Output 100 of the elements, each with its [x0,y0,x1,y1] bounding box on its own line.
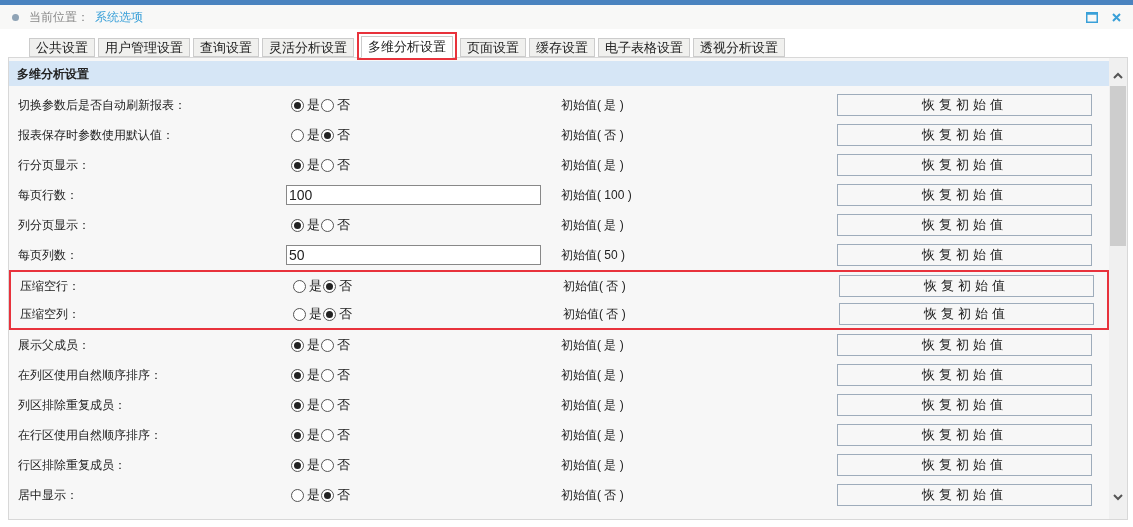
input-field[interactable]: 100 [286,185,541,205]
initial-value: 初始值( 否 ) [563,306,627,323]
scroll-down-icon[interactable] [1113,494,1123,501]
initial-value: 初始值( 是 ) [561,427,625,444]
tab[interactable]: 多维分析设置 [361,36,453,58]
scrollbar-thumb[interactable] [1110,86,1126,246]
radio-label[interactable]: 是 [307,485,320,505]
initial-value: 初始值( 是 ) [561,367,625,384]
restore-default-button[interactable]: 恢复初始值 [837,334,1092,356]
setting-label: 压缩空列： [19,306,81,323]
radio-button[interactable] [293,279,306,293]
setting-label: 切换参数后是否自动刷新报表： [17,97,187,114]
radio-label[interactable]: 否 [337,395,350,415]
initial-value: 初始值( 否 ) [563,278,627,295]
radio-button[interactable] [291,158,304,172]
radio-label[interactable]: 是 [307,335,320,355]
radio-button[interactable] [321,158,334,172]
radio-button[interactable] [291,428,304,442]
section-title: 多维分析设置 [17,65,89,83]
radio-label[interactable]: 否 [337,365,350,385]
radio-label[interactable]: 否 [339,304,352,324]
radio-button[interactable] [321,488,334,502]
tab[interactable]: 灵活分析设置 [262,38,354,57]
maximize-icon[interactable] [1086,11,1098,23]
radio-button[interactable] [291,218,304,232]
radio-button[interactable] [293,307,306,321]
radio-button[interactable] [321,218,334,232]
restore-default-button[interactable]: 恢复初始值 [839,275,1094,297]
setting-label: 在行区使用自然顺序排序： [17,427,163,444]
tab[interactable]: 查询设置 [193,38,259,57]
setting-label: 居中显示： [17,487,79,504]
radio-label[interactable]: 否 [337,125,350,145]
radio-button[interactable] [321,338,334,352]
scroll-up-icon[interactable] [1113,72,1123,79]
input-field[interactable]: 50 [286,245,541,265]
tab[interactable]: 电子表格设置 [598,38,690,57]
initial-value: 初始值( 否 ) [561,127,625,144]
restore-default-button[interactable]: 恢复初始值 [837,484,1092,506]
radio-button[interactable] [291,128,304,142]
radio-button[interactable] [291,398,304,412]
radio-label[interactable]: 否 [339,276,352,296]
radio-button[interactable] [321,398,334,412]
radio-label[interactable]: 否 [337,425,350,445]
tab[interactable]: 公共设置 [29,38,95,57]
initial-value: 初始值( 100 ) [561,187,633,204]
radio-label[interactable]: 否 [337,455,350,475]
radio-label[interactable]: 是 [307,155,320,175]
radio-button[interactable] [321,368,334,382]
setting-label: 压缩空行： [19,278,81,295]
radio-button[interactable] [321,428,334,442]
initial-value: 初始值( 是 ) [561,397,625,414]
radio-button[interactable] [321,128,334,142]
setting-label: 列分页显示： [17,217,91,234]
restore-default-button[interactable]: 恢复初始值 [837,364,1092,386]
bullet-icon [12,13,19,21]
radio-button[interactable] [291,488,304,502]
radio-label[interactable]: 否 [337,485,350,505]
tab[interactable]: 缓存设置 [529,38,595,57]
radio-label[interactable]: 否 [337,95,350,115]
scrollbar[interactable] [1109,58,1127,519]
tab[interactable]: 页面设置 [460,38,526,57]
radio-label[interactable]: 是 [309,304,322,324]
tab[interactable]: 透视分析设置 [693,38,785,57]
radio-label[interactable]: 是 [307,125,320,145]
initial-value: 初始值( 是 ) [561,217,625,234]
restore-default-button[interactable]: 恢复初始值 [837,124,1092,146]
radio-button[interactable] [291,458,304,472]
radio-button[interactable] [291,368,304,382]
restore-default-button[interactable]: 恢复初始值 [837,214,1092,236]
radio-label[interactable]: 是 [307,425,320,445]
restore-default-button[interactable]: 恢复初始值 [839,303,1094,325]
setting-label: 每页行数： [17,187,79,204]
restore-default-button[interactable]: 恢复初始值 [837,424,1092,446]
restore-default-button[interactable]: 恢复初始值 [837,154,1092,176]
setting-label: 列区排除重复成员： [17,397,127,414]
radio-label[interactable]: 是 [307,365,320,385]
radio-label[interactable]: 是 [307,395,320,415]
tab[interactable]: 用户管理设置 [98,38,190,57]
restore-default-button[interactable]: 恢复初始值 [837,244,1092,266]
radio-label[interactable]: 否 [337,215,350,235]
radio-button[interactable] [291,98,304,112]
radio-button[interactable] [323,279,336,293]
initial-value: 初始值( 是 ) [561,457,625,474]
radio-label[interactable]: 是 [309,276,322,296]
radio-button[interactable] [321,98,334,112]
close-icon[interactable] [1112,12,1121,22]
radio-button[interactable] [323,307,336,321]
radio-label[interactable]: 是 [307,95,320,115]
restore-default-button[interactable]: 恢复初始值 [837,184,1092,206]
restore-default-button[interactable]: 恢复初始值 [837,94,1092,116]
radio-label[interactable]: 否 [337,155,350,175]
restore-default-button[interactable]: 恢复初始值 [837,454,1092,476]
radio-label[interactable]: 是 [307,215,320,235]
setting-label: 报表保存时参数使用默认值： [17,127,175,144]
setting-label: 展示父成员： [17,337,91,354]
radio-label[interactable]: 否 [337,335,350,355]
radio-button[interactable] [321,458,334,472]
restore-default-button[interactable]: 恢复初始值 [837,394,1092,416]
radio-button[interactable] [291,338,304,352]
radio-label[interactable]: 是 [307,455,320,475]
